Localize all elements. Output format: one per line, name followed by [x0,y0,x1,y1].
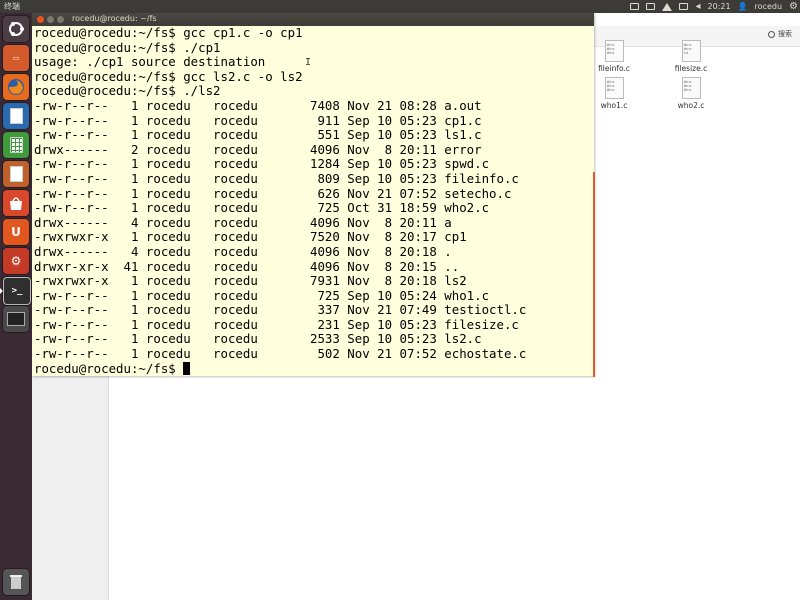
terminal-line: drwx------ 4 rocedu rocedu 4096 Nov 8 20… [34,214,452,230]
terminal-line: -rwxrwxr-x 1 rocedu rocedu 7520 Nov 8 20… [34,229,467,245]
close-icon[interactable] [37,16,44,23]
launcher: ▭ U ⚙ >_ [0,13,32,600]
minimize-icon[interactable] [47,16,54,23]
terminal-cursor [183,361,191,375]
system-tray: ◂ 20:21 👤 rocedu ⚙ [630,0,798,13]
terminal-titlebar[interactable]: rocedu@rocedu: ~/fs [32,13,594,26]
text-file-icon: #inc #inc #inc [604,40,624,62]
terminal-scroll-edge [593,172,595,377]
keyboard-icon[interactable] [630,3,640,10]
calc-icon[interactable] [3,132,29,158]
terminal-prompt: rocedu@rocedu:~/fs$ [34,360,184,376]
battery-icon[interactable] [679,3,689,10]
terminal-line: usage: ./cp1 source destination [34,54,266,70]
firefox-icon[interactable] [3,74,29,100]
settings-icon[interactable]: ⚙ [3,248,29,274]
user-name[interactable]: rocedu [755,2,782,11]
terminal-line: drwx------ 2 rocedu rocedu 4096 Nov 8 20… [34,141,482,157]
file-name: filesize.c [674,64,708,73]
terminal-line: drwx------ 4 rocedu rocedu 4096 Nov 8 20… [34,243,452,259]
software-center-icon[interactable] [3,190,29,216]
ubuntu-dash-icon[interactable] [3,16,29,42]
text-file-icon: #inc #inc #inc [604,77,624,99]
file-name: fileinfo.c [598,64,630,73]
terminal-line: rocedu@rocedu:~/fs$ ./ls2 [34,83,221,99]
search-label: 搜索 [778,30,792,38]
terminal-2-icon[interactable] [3,306,29,332]
maximize-icon[interactable] [57,16,64,23]
text-file-icon: #inc #inc int [681,40,701,62]
terminal-line: -rw-r--r-- 1 rocedu rocedu 502 Nov 21 07… [34,346,527,362]
terminal-line: rocedu@rocedu:~/fs$ ./cp1 [34,39,221,55]
terminal-line: drwxr-xr-x 41 rocedu rocedu 4096 Nov 8 2… [34,258,460,274]
file-item[interactable]: #inc #inc #inc who2.c [661,77,721,110]
files-icon[interactable]: ▭ [3,45,29,71]
terminal-line: -rw-r--r-- 1 rocedu rocedu 725 Oct 31 18… [34,200,490,216]
mouse-ibeam-cursor: I [305,57,312,68]
writer-icon[interactable] [3,103,29,129]
terminal-icon[interactable]: >_ [3,277,31,305]
terminal-line: rocedu@rocedu:~/fs$ gcc ls2.c -o ls2 [34,68,303,84]
terminal-line: -rw-r--r-- 1 rocedu rocedu 7408 Nov 21 0… [34,97,482,113]
clock[interactable]: 20:21 [708,2,731,11]
ubuntu-one-icon[interactable]: U [3,219,29,245]
terminal-line: -rw-r--r-- 1 rocedu rocedu 809 Sep 10 05… [34,170,519,186]
mail-icon[interactable] [646,3,656,10]
file-item[interactable]: #inc #inc int filesize.c [661,40,721,73]
terminal-line: -rwxrwxr-x 1 rocedu rocedu 7931 Nov 8 20… [34,273,467,289]
user-icon: 👤 [737,2,748,11]
network-icon[interactable] [662,2,673,11]
terminal-line: -rw-r--r-- 1 rocedu rocedu 551 Sep 10 05… [34,127,482,143]
trash-icon[interactable] [3,569,29,595]
terminal-line: -rw-r--r-- 1 rocedu rocedu 337 Nov 21 07… [34,302,527,318]
terminal-line: -rw-r--r-- 1 rocedu rocedu 2533 Sep 10 0… [34,331,482,347]
active-app-title: 终端 [4,2,20,11]
terminal-output[interactable]: rocedu@rocedu:~/fs$ gcc cp1.c -o cp1 roce… [34,26,592,376]
terminal-prompt-line[interactable]: rocedu@rocedu:~/fs$ [34,360,592,376]
power-gear-icon[interactable]: ⚙ [789,1,798,12]
terminal-line: -rw-r--r-- 1 rocedu rocedu 231 Sep 10 05… [34,316,519,332]
impress-icon[interactable] [3,161,29,187]
top-panel: 终端 ◂ 20:21 👤 rocedu ⚙ [0,0,800,13]
volume-icon[interactable]: ◂ [695,1,700,12]
search-icon [768,30,775,38]
terminal-line: rocedu@rocedu:~/fs$ gcc cp1.c -o cp1 [34,26,303,40]
text-file-icon: #inc #inc #inc [681,77,701,99]
file-name: who1.c [600,101,628,110]
search-button[interactable]: 搜索 [768,29,792,39]
terminal-line: -rw-r--r-- 1 rocedu rocedu 1284 Sep 10 0… [34,156,490,172]
terminal-line: -rw-r--r-- 1 rocedu rocedu 626 Nov 21 07… [34,185,512,201]
terminal-line: -rw-r--r-- 1 rocedu rocedu 911 Sep 10 05… [34,112,482,128]
file-name: who2.c [677,101,705,110]
terminal-line: -rw-r--r-- 1 rocedu rocedu 725 Sep 10 05… [34,287,490,303]
terminal-window[interactable]: rocedu@rocedu: ~/fs rocedu@rocedu:~/fs$ … [32,13,594,376]
terminal-title: rocedu@rocedu: ~/fs [72,14,157,23]
